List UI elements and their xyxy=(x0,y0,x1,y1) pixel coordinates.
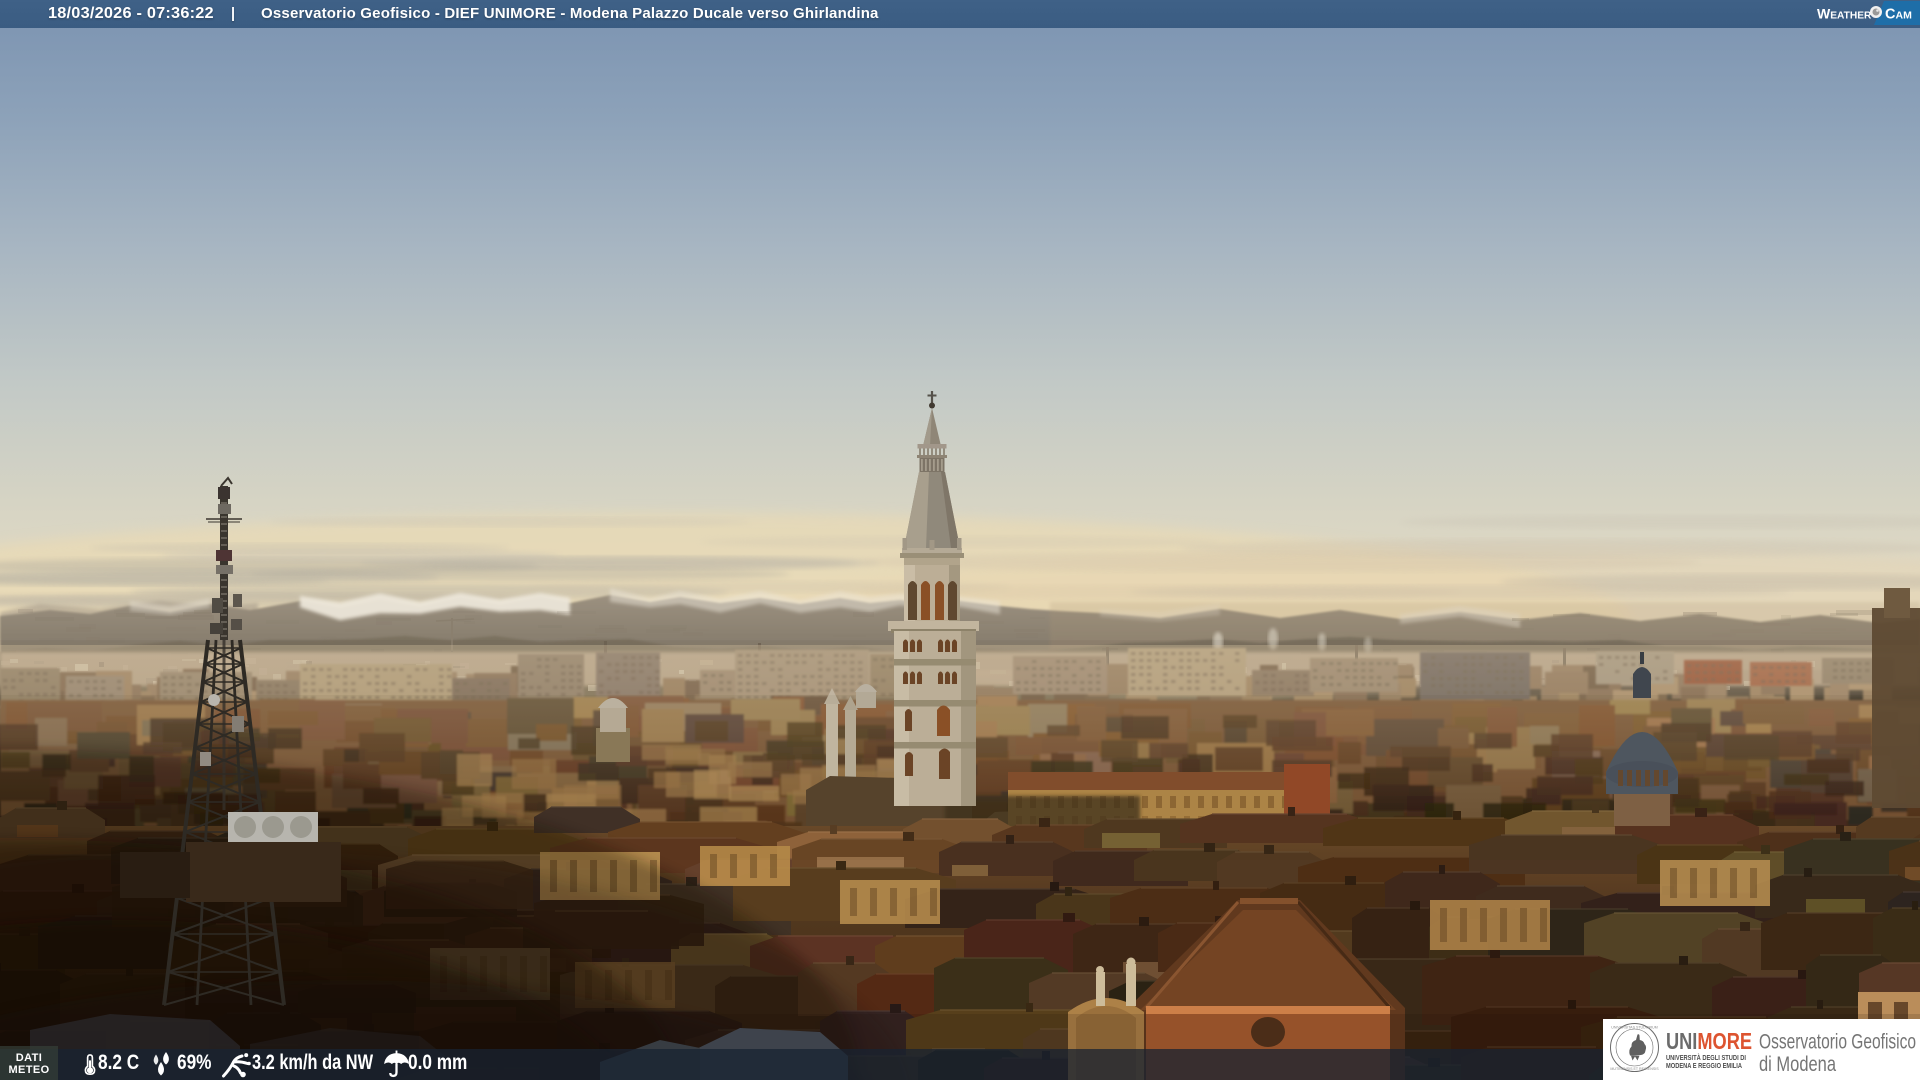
svg-text:Osservatorio Geofisico: Osservatorio Geofisico xyxy=(1759,1031,1916,1054)
svg-text:MODENA E REGGIO EMILIA: MODENA E REGGIO EMILIA xyxy=(1666,1061,1742,1070)
svg-text:di Modena: di Modena xyxy=(1759,1053,1836,1076)
svg-text:MUTINENSIS ET REGIENSIS: MUTINENSIS ET REGIENSIS xyxy=(1610,1067,1659,1071)
svg-text:CAM: CAM xyxy=(1885,7,1912,23)
svg-text:UNIMORE: UNIMORE xyxy=(1666,1028,1752,1054)
svg-text:WEATHER: WEATHER xyxy=(1817,6,1872,22)
svg-text:UNIVERSITAS STUDIORUM: UNIVERSITAS STUDIORUM xyxy=(1611,1026,1657,1030)
